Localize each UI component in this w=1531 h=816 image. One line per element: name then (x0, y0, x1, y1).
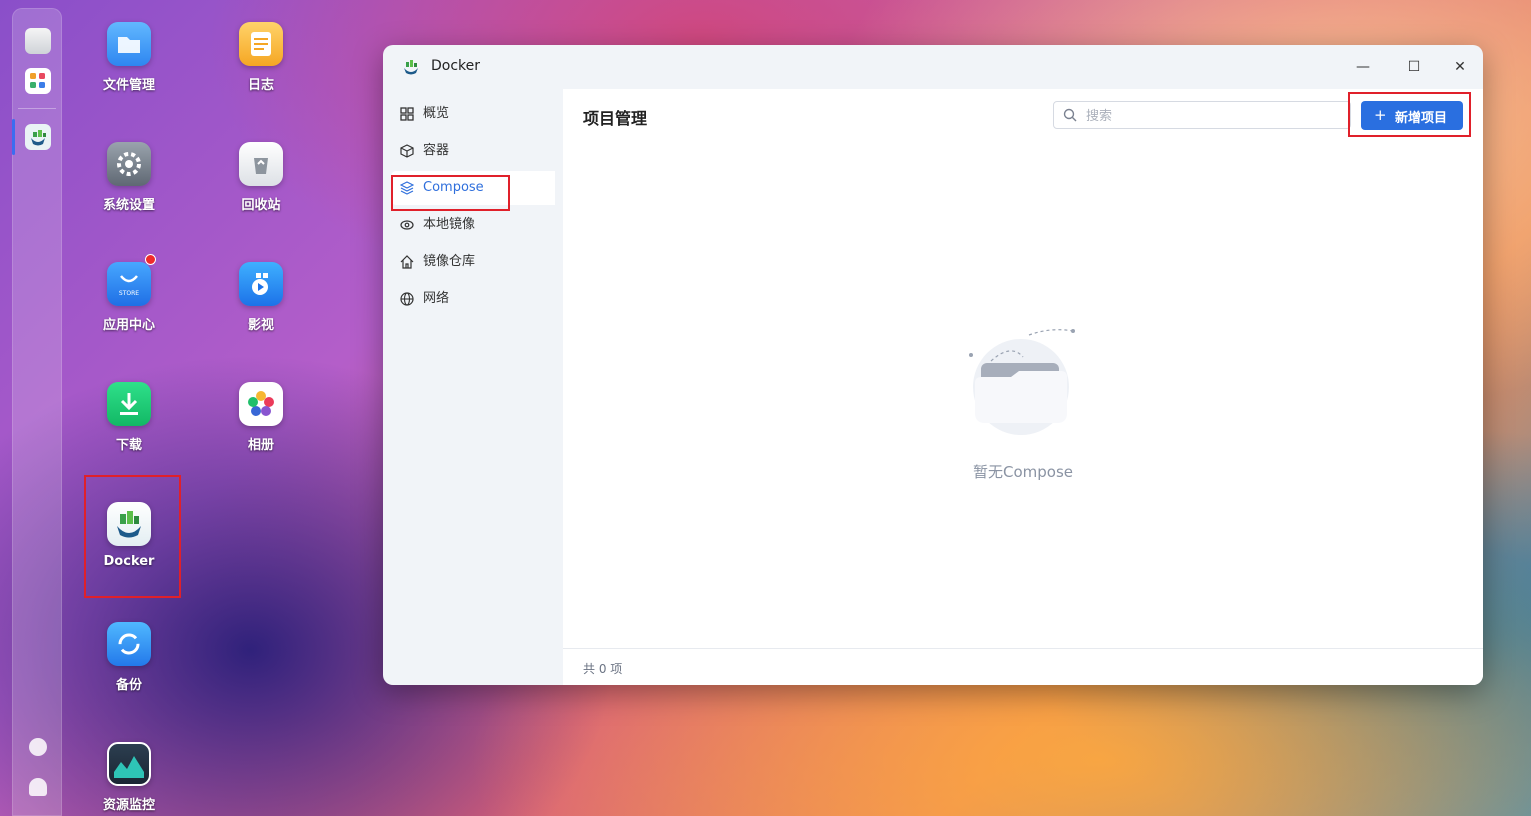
grid-icon (400, 107, 414, 121)
sync-icon (107, 622, 151, 666)
sidebar-item-network[interactable]: 网络 (391, 282, 555, 316)
desktop-icon-label: 文件管理 (102, 78, 155, 93)
photo-flower-icon (239, 382, 283, 426)
sidebar-item-image-registry[interactable]: 镜像仓库 (391, 245, 555, 279)
empty-state-text: 暂无Compose (972, 463, 1073, 481)
chart-wave-icon (107, 742, 151, 786)
sidebar-item-local-images[interactable]: 本地镜像 (391, 208, 555, 242)
close-button[interactable]: ✕ (1450, 57, 1470, 77)
footer: 共 0 项 (563, 648, 1483, 685)
sidebar-item-label: 容器 (423, 143, 450, 158)
sidebar-item-label: 本地镜像 (423, 217, 476, 232)
sidebar-item-overview[interactable]: 概览 (391, 97, 555, 131)
desktop-icon-app-center[interactable]: STORE 应用中心 (81, 254, 177, 333)
desktop-icon-label: 备份 (115, 678, 142, 693)
apps-grid-icon[interactable] (25, 68, 51, 94)
monitor-icon[interactable] (25, 28, 51, 54)
eye-icon (400, 220, 414, 230)
search-box[interactable] (1053, 101, 1351, 129)
desktop-icon-logs[interactable]: 日志 (213, 22, 309, 93)
item-count: 共 0 项 (583, 662, 623, 676)
globe-icon (400, 292, 414, 306)
desktop-icon-download[interactable]: 下载 (81, 382, 177, 453)
desktop-icon-settings[interactable]: 系统设置 (81, 142, 177, 213)
empty-folder-icon (969, 329, 1075, 435)
desktop-icon-label: 日志 (247, 78, 274, 93)
desktop-icon-backup[interactable]: 备份 (81, 622, 177, 693)
store-label: STORE (118, 290, 140, 297)
desktop-icon-label: 下载 (115, 438, 142, 453)
desktop-icon-label: 影视 (247, 318, 274, 333)
maximize-button[interactable]: ☐ (1404, 57, 1424, 77)
search-icon (1063, 108, 1077, 122)
support-icon[interactable] (29, 738, 47, 756)
download-icon (107, 382, 151, 426)
docker-window: Docker — ☐ ✕ 概览 容器 Compose 本地镜像 镜像仓库 网络 (383, 45, 1483, 685)
sidebar-item-label: 网络 (423, 291, 450, 306)
desktop-icon-label: 应用中心 (102, 318, 155, 333)
window-title: Docker (431, 58, 481, 74)
desktop-icon-label: 资源监控 (102, 798, 155, 813)
desktop-icon-file-manager[interactable]: 文件管理 (81, 22, 177, 93)
desktop-icon-label: 相册 (247, 438, 274, 453)
home-icon (400, 255, 414, 269)
sidebar-item-label: 概览 (423, 106, 450, 121)
main-content: 项目管理 + 新增项目 暂无Compose 共 0 项 (563, 89, 1483, 685)
window-titlebar[interactable]: Docker — ☐ ✕ (383, 45, 1483, 89)
desktop-icon-resource-monitor[interactable]: 资源监控 (81, 742, 177, 813)
desktop-icon-label: 系统设置 (102, 198, 155, 213)
sidebar-item-containers[interactable]: 容器 (391, 134, 555, 168)
dock (12, 8, 62, 816)
dock-separator (18, 108, 56, 109)
minimize-button[interactable]: — (1353, 57, 1373, 77)
docker-logo-icon (404, 60, 418, 75)
desktop-icon-video[interactable]: 影视 (213, 262, 309, 333)
search-input[interactable] (1084, 105, 1338, 127)
cube-icon (400, 144, 414, 158)
dock-active-indicator (12, 119, 15, 155)
gear-icon (107, 142, 151, 186)
page-title: 项目管理 (583, 109, 648, 128)
log-list-icon (239, 22, 283, 66)
desktop-icon-recycle-bin[interactable]: 回收站 (213, 142, 309, 213)
docker-icon-highlight (84, 475, 181, 598)
bell-icon[interactable] (29, 778, 47, 796)
store-bag-icon: STORE (107, 262, 151, 306)
recycle-icon (239, 142, 283, 186)
add-project-highlight (1348, 92, 1471, 137)
sidebar-item-label: 镜像仓库 (423, 254, 476, 269)
video-play-icon (239, 262, 283, 306)
desktop-icon-album[interactable]: 相册 (213, 382, 309, 453)
compose-tab-highlight (391, 175, 510, 211)
docker-dock-icon[interactable] (25, 124, 51, 150)
notification-dot (145, 254, 156, 265)
folder-icon (107, 22, 151, 66)
desktop-icon-label: 回收站 (241, 198, 281, 213)
